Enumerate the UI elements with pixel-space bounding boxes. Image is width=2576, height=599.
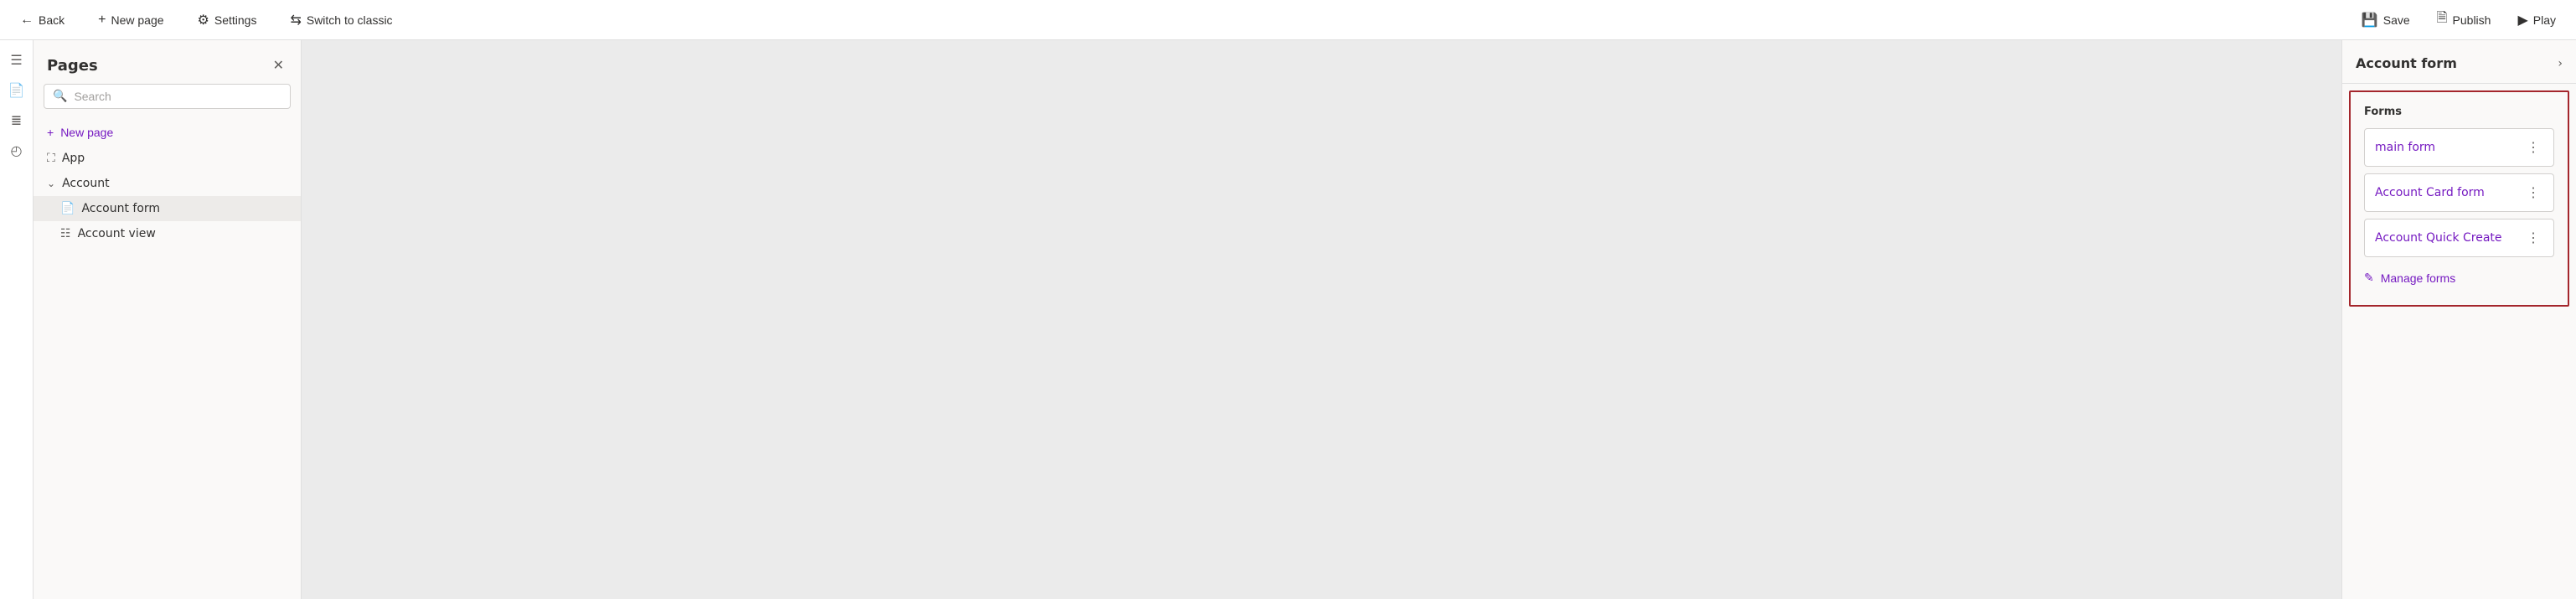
save-label: Save (2383, 13, 2410, 27)
sidebar-item-account[interactable]: ⌄ Account (34, 171, 301, 196)
layers-icon: ≣ (11, 112, 22, 129)
search-icon: 🔍 (53, 90, 67, 103)
sidebar-item-app-label: App (62, 152, 85, 165)
top-bar-left: ← Back + New page ⚙ Settings ⇆ Switch to… (13, 8, 2355, 32)
publish-label: Publish (2453, 13, 2491, 27)
hamburger-icon: ☰ (10, 52, 22, 69)
settings-label: Settings (214, 13, 257, 27)
back-button[interactable]: ← Back (13, 9, 71, 31)
publish-button[interactable]: 🗎 Publish (2430, 5, 2498, 34)
right-panel-forms-section: Forms main form ⋮ Account Card form ⋮ Ac… (2349, 90, 2569, 307)
right-panel-header: Account form › (2342, 40, 2576, 84)
switch-classic-button[interactable]: ⇆ Switch to classic (283, 8, 399, 32)
icon-bar: ☰ 📄 ≣ ◴ (0, 40, 34, 599)
pencil-icon: ✎ (2364, 271, 2374, 285)
hamburger-button[interactable]: ☰ (3, 47, 30, 74)
main-content (302, 40, 2341, 599)
components-icon: ◴ (11, 142, 23, 159)
app-icon: ⛶ (47, 152, 55, 165)
publish-icon: 🗎 (2437, 8, 2448, 31)
sidebar-search-container: 🔍 (44, 84, 291, 109)
sidebar-tree: ⛶ App ⌄ Account 📄 Account form ☷ Account… (34, 146, 301, 599)
pages-icon: 📄 (8, 82, 25, 99)
form-item-card-menu-button[interactable]: ⋮ (2523, 183, 2543, 203)
play-button[interactable]: ▶ Play (2511, 8, 2563, 32)
sidebar-item-account-form[interactable]: 📄 Account form (34, 196, 301, 221)
form-item-card-name: Account Card form (2375, 186, 2485, 199)
form-item-quick-create-menu-button[interactable]: ⋮ (2523, 228, 2543, 248)
right-panel-chevron-icon[interactable]: › (2558, 57, 2563, 70)
sidebar-plus-icon: + (47, 126, 54, 139)
top-bar-right: 💾 Save 🗎 Publish ▶ Play (2355, 5, 2563, 34)
top-bar: ← Back + New page ⚙ Settings ⇆ Switch to… (0, 0, 2576, 40)
form-item-quick-create[interactable]: Account Quick Create ⋮ (2364, 219, 2554, 257)
components-button[interactable]: ◴ (3, 137, 30, 164)
search-input[interactable] (74, 90, 281, 103)
new-page-button[interactable]: + New page (91, 9, 170, 31)
sidebar-header: Pages ✕ (34, 40, 301, 84)
plus-icon: + (98, 13, 106, 28)
back-icon: ← (20, 13, 34, 28)
sidebar-new-page-label: New page (60, 126, 113, 139)
play-label: Play (2533, 13, 2556, 27)
sidebar-close-button[interactable]: ✕ (270, 54, 287, 77)
right-panel-title: Account form (2356, 55, 2457, 71)
new-page-label: New page (111, 13, 163, 27)
right-panel: Account form › Forms main form ⋮ Account… (2341, 40, 2576, 599)
sidebar-item-account-view-label: Account view (78, 227, 156, 240)
sidebar-item-account-view[interactable]: ☷ Account view (34, 221, 301, 246)
manage-forms-button[interactable]: ✎ Manage forms (2364, 264, 2554, 292)
forms-section-label: Forms (2364, 106, 2554, 118)
settings-button[interactable]: ⚙ Settings (191, 8, 264, 32)
form-icon: 📄 (60, 202, 75, 215)
sidebar-item-account-label: Account (62, 177, 110, 190)
settings-icon: ⚙ (198, 12, 209, 28)
save-button[interactable]: 💾 Save (2355, 8, 2417, 32)
back-label: Back (39, 13, 65, 27)
pages-button[interactable]: 📄 (3, 77, 30, 104)
save-icon: 💾 (2362, 12, 2378, 28)
sidebar-title: Pages (47, 57, 98, 75)
switch-icon: ⇆ (290, 12, 301, 28)
form-item-main-menu-button[interactable]: ⋮ (2523, 137, 2543, 157)
form-item-main[interactable]: main form ⋮ (2364, 128, 2554, 167)
manage-forms-label: Manage forms (2381, 271, 2455, 285)
view-icon: ☷ (60, 227, 71, 240)
form-item-main-name: main form (2375, 141, 2435, 154)
form-item-quick-create-name: Account Quick Create (2375, 231, 2502, 245)
chevron-down-icon: ⌄ (47, 178, 55, 189)
sidebar: Pages ✕ 🔍 + New page ⛶ App ⌄ Account 📄 A… (34, 40, 302, 599)
form-item-card[interactable]: Account Card form ⋮ (2364, 173, 2554, 212)
play-icon: ▶ (2517, 12, 2527, 28)
sidebar-item-app[interactable]: ⛶ App (34, 146, 301, 171)
sidebar-item-account-form-label: Account form (81, 202, 160, 215)
layers-button[interactable]: ≣ (3, 107, 30, 134)
sidebar-new-page-button[interactable]: + New page (34, 119, 301, 146)
switch-label: Switch to classic (307, 13, 393, 27)
main-layout: ☰ 📄 ≣ ◴ Pages ✕ 🔍 + New page ⛶ App (0, 40, 2576, 599)
